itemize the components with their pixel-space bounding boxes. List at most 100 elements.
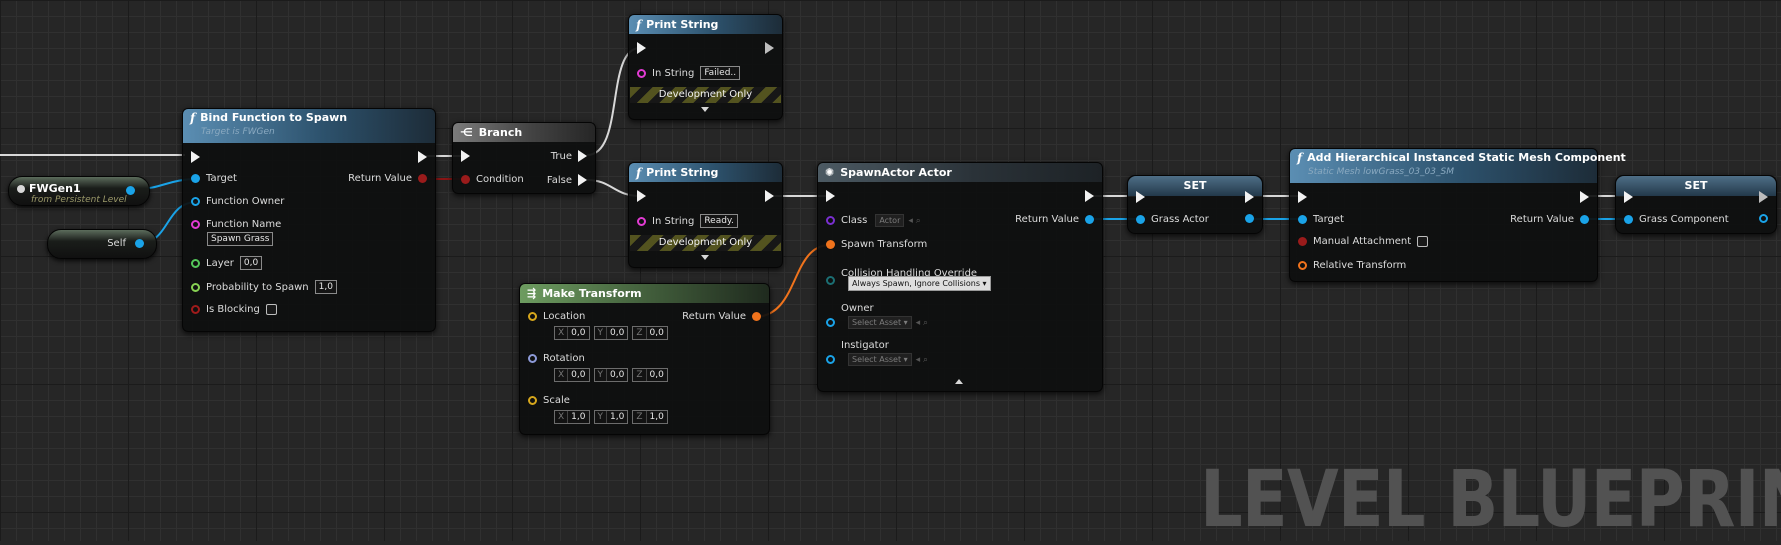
collapse-arrow-icon[interactable] bbox=[955, 379, 963, 384]
self-label: Self bbox=[107, 238, 126, 249]
function-icon: f bbox=[1297, 151, 1303, 165]
relative-transform-label: Relative Transform bbox=[1313, 260, 1407, 271]
self-output-pin[interactable] bbox=[135, 239, 144, 248]
branch-title: Branch bbox=[478, 126, 523, 139]
exec-in-pin[interactable] bbox=[191, 151, 200, 163]
probability-pin[interactable] bbox=[191, 282, 200, 292]
location-fields[interactable]: X 0,0 Y 0,0 Z 0,0 bbox=[554, 326, 672, 340]
spawn-exec-out[interactable] bbox=[1085, 190, 1094, 202]
scale-pin[interactable] bbox=[528, 396, 537, 405]
browse-icon[interactable]: ◂ ⌕ bbox=[916, 355, 928, 365]
false-exec-pin[interactable] bbox=[578, 174, 587, 186]
grass-actor-pin[interactable] bbox=[1136, 215, 1145, 224]
add-exec-in[interactable] bbox=[1298, 191, 1307, 203]
set2-exec-in[interactable] bbox=[1624, 191, 1633, 203]
owner-pin[interactable] bbox=[826, 318, 835, 327]
print-string-failed-node[interactable]: f Print String In String Failed.. Develop… bbox=[628, 14, 783, 120]
in-string-label: In String bbox=[652, 67, 695, 79]
spawn-actor-node[interactable]: ✺ SpawnActor Actor Class Actor ◂ ⌕ Return … bbox=[817, 162, 1103, 392]
expand-arrow-icon[interactable] bbox=[701, 255, 709, 260]
self-node[interactable]: Self bbox=[47, 229, 157, 259]
function-name-field[interactable]: Spawn Grass bbox=[207, 232, 274, 246]
owner-dropdown[interactable]: Select Asset ▾ bbox=[848, 316, 912, 329]
in-string-field[interactable]: Failed.. bbox=[700, 66, 741, 80]
spawn-transform-pin[interactable] bbox=[826, 240, 835, 249]
in-string-pin[interactable] bbox=[637, 68, 646, 78]
set-exec-in[interactable] bbox=[1136, 191, 1145, 203]
relative-transform-pin[interactable] bbox=[1298, 261, 1307, 270]
branch-node[interactable]: ⋲ Branch True Condition False bbox=[452, 122, 596, 194]
in-string-pin[interactable] bbox=[637, 216, 646, 226]
function-owner-pin[interactable] bbox=[191, 197, 200, 206]
set-grass-actor-node[interactable]: SET Grass Actor bbox=[1127, 175, 1263, 234]
scale-label: Scale bbox=[543, 395, 570, 406]
set-title: SET bbox=[1128, 176, 1262, 196]
return-value-pin[interactable] bbox=[1085, 215, 1094, 224]
class-pin[interactable] bbox=[826, 216, 835, 225]
spawn-exec-in[interactable] bbox=[826, 190, 835, 202]
return-value-pin[interactable] bbox=[752, 312, 761, 321]
level-blueprint-watermark: LEVEL BLUEPRINT bbox=[1200, 455, 1781, 545]
manual-attachment-checkbox[interactable] bbox=[1417, 236, 1429, 247]
print-ready-exec-out[interactable] bbox=[765, 190, 774, 202]
spawn-transform-label: Spawn Transform bbox=[841, 239, 928, 250]
print-ready-exec-in[interactable] bbox=[637, 190, 646, 202]
grass-component-label: Grass Component bbox=[1639, 214, 1729, 225]
function-name-pin[interactable] bbox=[191, 220, 200, 229]
expand-arrow-icon[interactable] bbox=[701, 107, 709, 112]
fwgen-output-pin[interactable] bbox=[126, 186, 135, 195]
branch-exec-in-pin[interactable] bbox=[461, 150, 470, 162]
is-blocking-checkbox[interactable] bbox=[265, 304, 277, 315]
instigator-dropdown[interactable]: Select Asset ▾ bbox=[848, 353, 912, 366]
rotation-pin[interactable] bbox=[528, 354, 537, 363]
fwgen-title: FWGen1 bbox=[29, 182, 81, 195]
print-failed-exec-in[interactable] bbox=[637, 42, 646, 54]
set-grass-component-node[interactable]: SET Grass Component bbox=[1615, 175, 1777, 234]
true-exec-pin[interactable] bbox=[578, 150, 587, 162]
add-hism-component-node[interactable]: f Add Hierarchical Instanced Static Mesh… bbox=[1289, 148, 1626, 282]
development-only-banner: Development Only bbox=[630, 87, 781, 103]
target-pin[interactable] bbox=[1298, 215, 1307, 224]
print-failed-exec-out[interactable] bbox=[765, 42, 774, 54]
set2-exec-out[interactable] bbox=[1759, 191, 1768, 203]
manual-attachment-pin[interactable] bbox=[1298, 237, 1307, 246]
target-pin[interactable] bbox=[191, 174, 200, 183]
development-only-banner: Development Only bbox=[630, 235, 781, 251]
location-pin[interactable] bbox=[528, 312, 537, 321]
return-value-label: Return Value bbox=[348, 173, 412, 184]
class-label: Class bbox=[841, 215, 868, 226]
set-exec-out[interactable] bbox=[1245, 191, 1254, 203]
grass-component-pin[interactable] bbox=[1624, 215, 1633, 224]
spawn-icon: ✺ bbox=[825, 166, 835, 179]
print-ready-title: Print String bbox=[646, 166, 719, 179]
make-transform-node[interactable]: ⇶ Make Transform Location Return Value X… bbox=[519, 283, 770, 435]
add-exec-out[interactable] bbox=[1580, 191, 1589, 203]
spawn-title: SpawnActor Actor bbox=[840, 166, 952, 179]
return-value-pin[interactable] bbox=[418, 174, 427, 183]
grass-component-out-pin[interactable] bbox=[1759, 214, 1768, 223]
exec-out-pin[interactable] bbox=[418, 151, 427, 163]
probability-field[interactable]: 1,0 bbox=[314, 280, 337, 294]
in-string-field[interactable]: Ready. bbox=[700, 214, 738, 228]
instigator-pin[interactable] bbox=[826, 355, 835, 364]
rotation-fields[interactable]: X 0,0 Y 0,0 Z 0,0 bbox=[554, 368, 672, 382]
grass-actor-out-pin[interactable] bbox=[1245, 214, 1254, 223]
rotation-label: Rotation bbox=[543, 353, 585, 364]
fwgen-variable-node[interactable]: FWGen1 from Persistent Level bbox=[8, 176, 150, 206]
collision-dropdown[interactable]: Always Spawn, Ignore Collisions ▾ bbox=[848, 276, 991, 291]
scale-fields[interactable]: X 1,0 Y 1,0 Z 1,0 bbox=[554, 410, 672, 424]
bind-function-node[interactable]: f Bind Function to Spawn Target is FWGen… bbox=[182, 108, 436, 332]
browse-icon[interactable]: ◂ ⌕ bbox=[916, 318, 928, 328]
layer-field[interactable]: 0,0 bbox=[239, 256, 263, 270]
layer-pin[interactable] bbox=[191, 258, 200, 268]
function-name-label: Function Name bbox=[206, 219, 282, 230]
class-dropdown[interactable]: Actor bbox=[875, 214, 905, 227]
print-failed-title: Print String bbox=[646, 18, 719, 31]
return-value-pin[interactable] bbox=[1580, 215, 1589, 224]
print-string-ready-node[interactable]: f Print String In String Ready. Developme… bbox=[628, 162, 783, 268]
collision-pin[interactable] bbox=[826, 276, 835, 285]
browse-icon[interactable]: ◂ ⌕ bbox=[908, 216, 920, 226]
condition-pin[interactable] bbox=[461, 175, 470, 184]
is-blocking-pin[interactable] bbox=[191, 305, 200, 314]
transform-icon: ⇶ bbox=[527, 287, 537, 300]
